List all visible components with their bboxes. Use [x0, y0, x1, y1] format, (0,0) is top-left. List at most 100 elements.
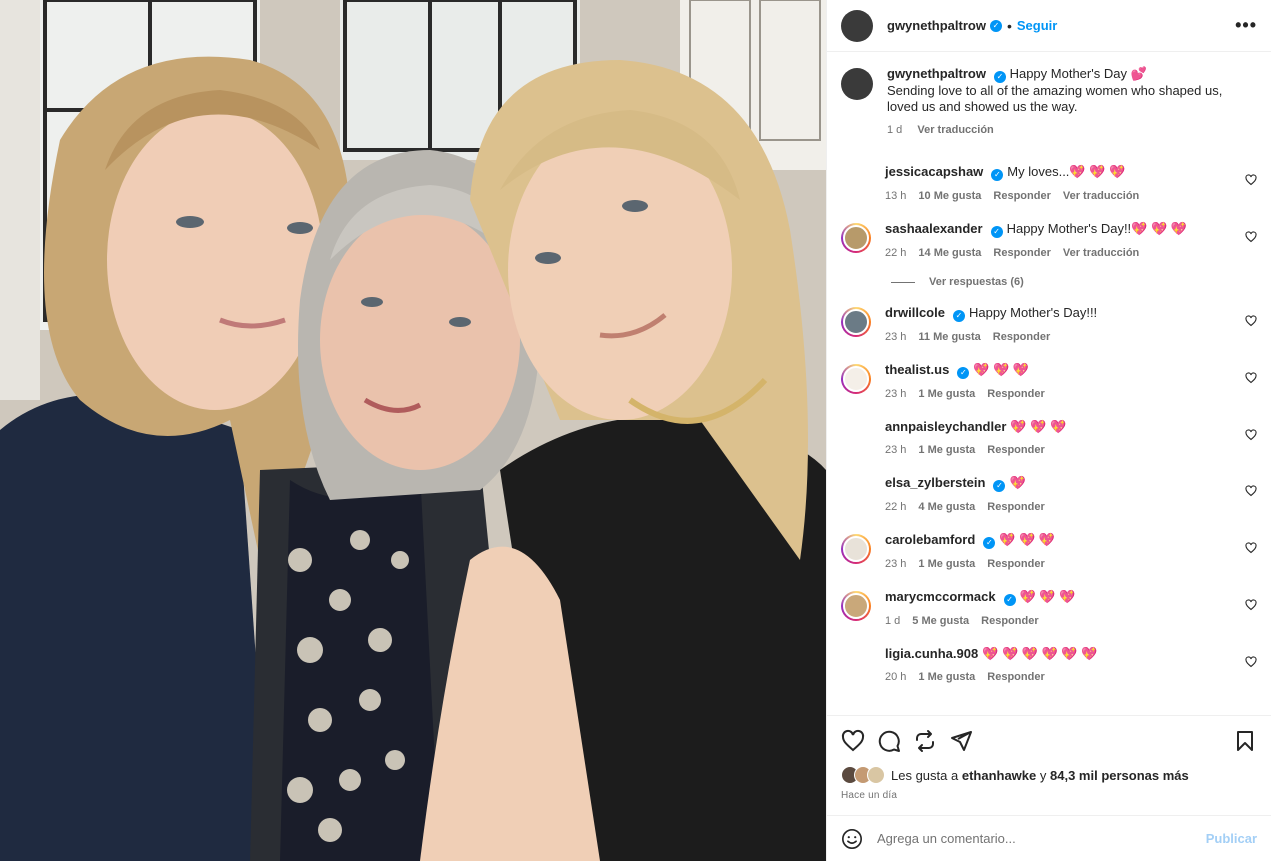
liker-username[interactable]: ethanhawke [962, 768, 1036, 783]
post-side-panel: gwynethpaltrow ✓ • Seguir ••• gwynethpal… [826, 0, 1271, 861]
comment-like-heart-icon[interactable] [1245, 542, 1257, 554]
caption-author-username[interactable]: gwynethpaltrow [887, 66, 986, 81]
replies-line [891, 281, 915, 283]
commenter-username[interactable]: annpaisleychandler [885, 419, 1006, 434]
commenter-avatar[interactable] [841, 421, 871, 451]
view-replies-label: Ver respuestas (6) [929, 276, 1024, 288]
commenter-username[interactable]: jessicacapshaw [885, 164, 983, 179]
commenter-username[interactable]: sashaalexander [885, 221, 983, 236]
comment-time: 22 h [885, 247, 907, 259]
comment-like-heart-icon[interactable] [1245, 599, 1257, 611]
commenter-avatar[interactable] [841, 166, 871, 196]
comment-like-heart-icon[interactable] [1245, 231, 1257, 243]
comment-body: elsa_zylberstein ✓ 💖 22 h 4 Me gusta Responde… [885, 475, 1257, 515]
commenter-avatar[interactable] [841, 591, 871, 621]
reply-button[interactable]: Responder [981, 615, 1038, 627]
comment-likes[interactable]: 5 Me gusta [912, 615, 969, 627]
comment-body: thealist.us ✓ 💖 💖 💖 23 h 1 Me gusta Responder [885, 362, 1257, 402]
view-replies-button[interactable]: Ver respuestas (6) [891, 276, 1257, 288]
comment-like-heart-icon[interactable] [1245, 656, 1257, 668]
comment-like-heart-icon[interactable] [1245, 174, 1257, 186]
likes-count[interactable]: 84,3 mil personas más [1050, 768, 1189, 783]
verified-badge-icon: ✓ [990, 226, 1003, 238]
commenter-username[interactable]: carolebamford [885, 532, 975, 547]
comment-text: 💖 💖 💖 [1019, 589, 1076, 604]
comment-like-heart-icon[interactable] [1245, 315, 1257, 327]
translate-link[interactable]: Ver traducción [917, 124, 993, 136]
caption-body: gwynethpaltrow ✓ Happy Mother's Day 💕 Sen… [887, 66, 1257, 138]
comment-bubble-icon[interactable] [877, 729, 901, 753]
verified-badge-icon: ✓ [993, 71, 1006, 83]
commenter-avatar[interactable] [841, 477, 871, 507]
comment-likes[interactable]: 11 Me gusta [918, 331, 980, 343]
verified-badge-icon: ✓ [1003, 594, 1016, 606]
share-send-icon[interactable] [949, 729, 973, 753]
comment-list: jessicacapshaw ✓ My loves...💖 💖 💖 13 h 10 Me… [841, 164, 1257, 685]
add-comment-bar: Publicar [827, 815, 1271, 861]
publish-button[interactable]: Publicar [1206, 831, 1257, 846]
post-actions: Les gusta a ethanhawke y 84,3 mil person… [827, 715, 1271, 801]
reply-button[interactable]: Responder [993, 247, 1050, 259]
commenter-username[interactable]: marycmccormack [885, 589, 996, 604]
translate-link[interactable]: Ver traducción [1063, 190, 1139, 202]
comment-text: 💖 💖 💖 [1010, 419, 1067, 434]
more-options-icon[interactable]: ••• [1235, 15, 1257, 36]
likes-prefix: Les gusta a [891, 767, 959, 783]
comment-text: Happy Mother's Day!!! [968, 305, 1098, 320]
author-username[interactable]: gwynethpaltrow [887, 18, 986, 33]
comment-like-heart-icon[interactable] [1245, 485, 1257, 497]
commenter-username[interactable]: elsa_zylberstein [885, 475, 985, 490]
post-age: Hace un día [841, 790, 898, 801]
comment-body: ligia.cunha.908 💖 💖 💖 💖 💖 💖 20 h 1 Me gusta… [885, 646, 1257, 685]
comment-row: ligia.cunha.908 💖 💖 💖 💖 💖 💖 20 h 1 Me gusta… [841, 646, 1257, 685]
comment-time: 23 h [885, 558, 907, 570]
commenter-avatar-image [843, 225, 869, 251]
commenter-avatar[interactable] [841, 534, 871, 564]
comment-row: drwillcole ✓ Happy Mother's Day!!! 23 h 11 M… [841, 305, 1257, 345]
comment-likes[interactable]: 1 Me gusta [918, 444, 975, 456]
comment-time: 23 h [885, 388, 907, 400]
author-avatar[interactable] [841, 9, 873, 42]
save-bookmark-icon[interactable] [1233, 729, 1257, 753]
commenter-avatar[interactable] [841, 223, 871, 253]
comment-likes[interactable]: 10 Me gusta [918, 190, 981, 202]
comment-likes[interactable]: 14 Me gusta [918, 247, 981, 259]
commenter-username[interactable]: drwillcole [885, 305, 945, 320]
reply-button[interactable]: Responder [993, 190, 1050, 202]
liker-avatar [867, 766, 885, 784]
commenter-username[interactable]: ligia.cunha.908 [885, 646, 978, 661]
commenter-avatar[interactable] [841, 307, 871, 337]
comment-likes[interactable]: 1 Me gusta [918, 558, 975, 570]
comment-likes[interactable]: 1 Me gusta [918, 671, 975, 683]
comment-row: sashaalexander ✓ Happy Mother's Day!!💖 💖 💖… [841, 221, 1257, 261]
comment-input[interactable] [877, 831, 1206, 846]
reply-button[interactable]: Responder [987, 671, 1044, 683]
commenter-username[interactable]: thealist.us [885, 362, 949, 377]
follow-button[interactable]: Seguir [1017, 18, 1057, 33]
comments-section[interactable]: gwynethpaltrow ✓ Happy Mother's Day 💕 Sen… [827, 52, 1271, 715]
comment-meta: 13 h 10 Me gusta Responder Ver traducción [885, 188, 1233, 204]
translate-link[interactable]: Ver traducción [1063, 247, 1139, 259]
comment-time: 1 d [885, 615, 901, 627]
reply-button[interactable]: Responder [987, 444, 1044, 456]
comment-text: 💖 💖 💖 [999, 532, 1056, 547]
reply-button[interactable]: Responder [993, 331, 1050, 343]
post-header: gwynethpaltrow ✓ • Seguir ••• [827, 0, 1271, 52]
emoji-icon[interactable] [841, 828, 863, 850]
comment-like-heart-icon[interactable] [1245, 429, 1257, 441]
reply-button[interactable]: Responder [987, 558, 1044, 570]
reply-button[interactable]: Responder [987, 501, 1044, 513]
comment-row: marycmccormack ✓ 💖 💖 💖 1 d 5 Me gusta Respond… [841, 589, 1257, 629]
reply-button[interactable]: Responder [987, 388, 1044, 400]
repost-icon[interactable] [913, 729, 937, 753]
comment-meta: 22 h 14 Me gusta Responder Ver traducción [885, 245, 1233, 261]
caption-author-avatar[interactable] [841, 68, 873, 100]
post-photo[interactable] [0, 0, 826, 861]
comment-row: thealist.us ✓ 💖 💖 💖 23 h 1 Me gusta Responder [841, 362, 1257, 402]
commenter-avatar[interactable] [841, 648, 871, 678]
commenter-avatar[interactable] [841, 364, 871, 394]
comment-like-heart-icon[interactable] [1245, 372, 1257, 384]
comment-likes[interactable]: 4 Me gusta [918, 501, 975, 513]
comment-likes[interactable]: 1 Me gusta [918, 388, 975, 400]
like-heart-icon[interactable] [841, 729, 865, 753]
